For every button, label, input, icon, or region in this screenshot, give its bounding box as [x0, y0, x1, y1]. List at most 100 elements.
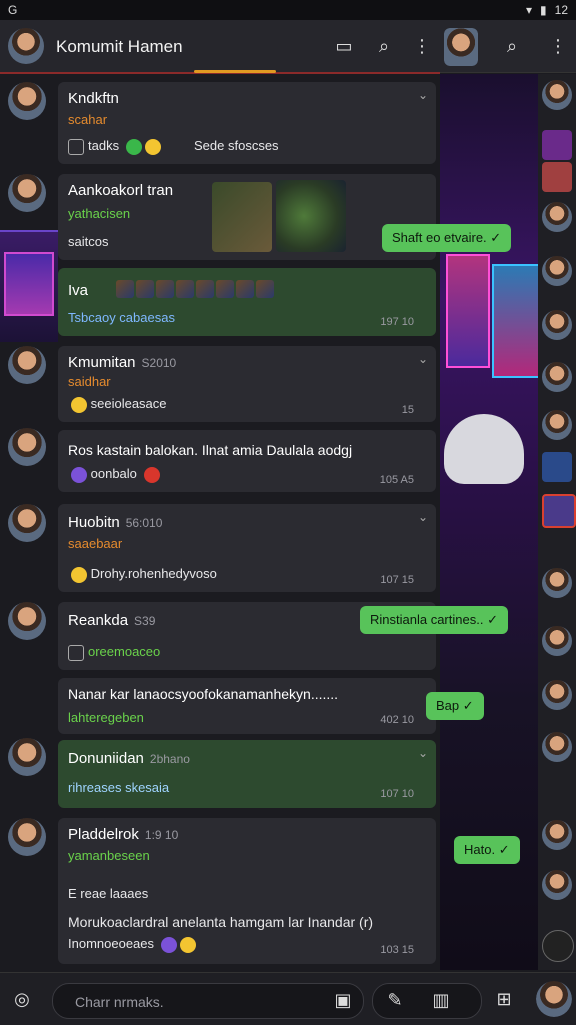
game-screenshot[interactable] [212, 182, 272, 252]
message-text: Morukoaclardral anelanta hamgam lar Inan… [68, 914, 374, 930]
status-time: 12 [554, 3, 568, 17]
rail-avatar[interactable] [542, 732, 572, 762]
message-time: 197 10 [380, 316, 414, 328]
message-text: oreemoaceo [88, 644, 161, 659]
sender-status: lahteregeben [68, 710, 144, 725]
window-icon[interactable]: ▭ [332, 34, 356, 58]
rail-avatar[interactable] [542, 130, 572, 160]
emoji-icon [71, 466, 87, 483]
app-header: Komumit Hamen ▭ ⌕ ⋮ ⌕ ⋮ [0, 20, 576, 73]
outgoing-bubble[interactable]: Shaft eo etvaire. ✓ [382, 224, 512, 252]
battery-icon: ▮ [540, 3, 547, 17]
channel-avatar[interactable] [8, 28, 44, 64]
message-time: 402 10 [380, 714, 414, 726]
chat-card[interactable]: Nanar kar lanaocsyoofokanamanhekyn......… [58, 678, 436, 734]
sender-avatar[interactable] [8, 82, 46, 120]
sender-name: Pladdelrok 1:9 10 [68, 826, 179, 843]
panel-icon[interactable]: ▥ [429, 988, 453, 1012]
outgoing-bubble[interactable]: Bap ✓ [426, 692, 484, 720]
rail-avatar[interactable] [542, 202, 572, 232]
emoji-icon [179, 936, 196, 953]
search-icon[interactable]: ⌕ [372, 34, 396, 58]
monitor-left [446, 254, 490, 368]
outgoing-bubble[interactable]: Hato. ✓ [454, 836, 520, 864]
wifi-icon: ▾ [526, 3, 533, 17]
message-text: Sede sfoscses [194, 138, 279, 153]
chat-card[interactable]: Kmumitan S2010 saidhar seeioleasace 15 ⌄ [58, 346, 436, 422]
rail-avatar[interactable] [542, 80, 572, 110]
sticker-icon[interactable]: ▣ [331, 988, 355, 1012]
chevron-down-icon[interactable]: ⌄ [418, 88, 428, 102]
rail-avatar[interactable] [542, 930, 574, 962]
sender-avatar[interactable] [8, 504, 46, 542]
camera-icon[interactable]: ◎ [10, 987, 34, 1011]
rail-avatar[interactable] [542, 362, 572, 392]
message-text: tadks [88, 138, 120, 153]
message-time: 103 15 [380, 944, 414, 956]
emoji-icon [144, 138, 161, 155]
message-input[interactable] [73, 991, 327, 1013]
message-text: rihreases skesaia [68, 780, 170, 795]
chat-card[interactable]: Iva Tsbcaoy cabaesas 197 10 [58, 268, 436, 336]
message-text: Drohy.rohenhedyvoso [90, 566, 217, 581]
message-text: Ros kastain balokan. Ilnat amia Daulala … [68, 442, 353, 458]
compose-field[interactable]: ▣ [52, 983, 364, 1019]
sender-avatar[interactable] [8, 174, 46, 212]
emoji-icon [143, 466, 160, 483]
chevron-down-icon[interactable]: ⌄ [418, 352, 428, 366]
sender-avatar[interactable] [8, 428, 46, 466]
message-text: Tsbcaoy cabaesas [68, 310, 175, 325]
chat-card[interactable]: Pladdelrok 1:9 10 yamanbeseen E reae laaa… [58, 818, 436, 964]
user-avatar[interactable] [536, 981, 572, 1017]
sender-avatar[interactable] [8, 346, 46, 384]
link-icon [68, 138, 84, 155]
rail-avatar[interactable] [542, 310, 572, 340]
sender-name: Kndkftn [68, 90, 119, 107]
message-text: E reae laaaes [68, 886, 149, 901]
rail-avatar[interactable] [542, 452, 572, 482]
compose-bar: ◎ ▣ ✎ ▥ ⊞ [0, 972, 576, 1025]
pen-icon[interactable]: ✎ [383, 988, 407, 1012]
chat-card[interactable]: Kndkftn scahar tadks Sede sfoscses ⌄ [58, 82, 436, 164]
message-text: saitcos [68, 234, 109, 249]
chat-card[interactable]: Huobitn 56:010 saaebaar Drohy.rohenhedyvo… [58, 504, 436, 592]
outgoing-bubble[interactable]: Rinstianla cartines.. ✓ [360, 606, 508, 634]
rail-avatar[interactable] [542, 626, 572, 656]
rail-avatar[interactable] [542, 410, 572, 440]
more-menu-icon[interactable]: ⋮ [410, 34, 434, 58]
sender-name: Aankoakorl tran [68, 182, 174, 199]
sender-name: Kmumitan S2010 [68, 354, 177, 371]
sender-status: yathacisen [68, 206, 131, 221]
sender-avatar[interactable] [8, 738, 46, 776]
rail-avatar[interactable] [542, 680, 572, 710]
chevron-down-icon[interactable]: ⌄ [418, 746, 428, 760]
game-screenshot[interactable] [276, 180, 346, 252]
search-icon-secondary[interactable]: ⌕ [500, 34, 524, 58]
chat-card[interactable]: Donuniidan 2bhano rihreases skesaia 107 1… [58, 740, 436, 808]
rail-avatar[interactable] [542, 820, 572, 850]
chat-card[interactable]: Aankoakorl tran yathacisen saitcos [58, 174, 436, 260]
rail-avatar[interactable] [542, 256, 572, 286]
sender-name: Iva [68, 282, 89, 299]
profile-avatar[interactable] [444, 28, 478, 66]
rail-avatar[interactable] [542, 870, 572, 900]
chevron-down-icon[interactable]: ⌄ [418, 510, 428, 524]
chat-card[interactable]: Ros kastain balokan. Ilnat amia Daulala … [58, 430, 436, 492]
media-strip [116, 280, 274, 300]
rail-avatar[interactable] [542, 568, 572, 598]
more-menu-icon-secondary[interactable]: ⋮ [546, 34, 570, 58]
rail-avatar[interactable] [542, 494, 576, 528]
sender-status: saaebaar [68, 536, 123, 551]
sender-avatar[interactable] [8, 818, 46, 856]
message-time: 105 A5 [379, 474, 414, 486]
message-time: 107 15 [380, 574, 414, 586]
emoji-icon [125, 138, 142, 155]
message-text: seeioleasace [90, 396, 167, 411]
rail-avatar[interactable] [542, 162, 572, 192]
sender-avatar[interactable] [8, 602, 46, 640]
attachment-icon [68, 644, 84, 661]
left-monitor-image [0, 230, 58, 342]
message-text: oonbalo [90, 466, 137, 481]
active-tab-indicator [194, 70, 276, 73]
gallery-icon[interactable]: ⊞ [492, 987, 516, 1011]
